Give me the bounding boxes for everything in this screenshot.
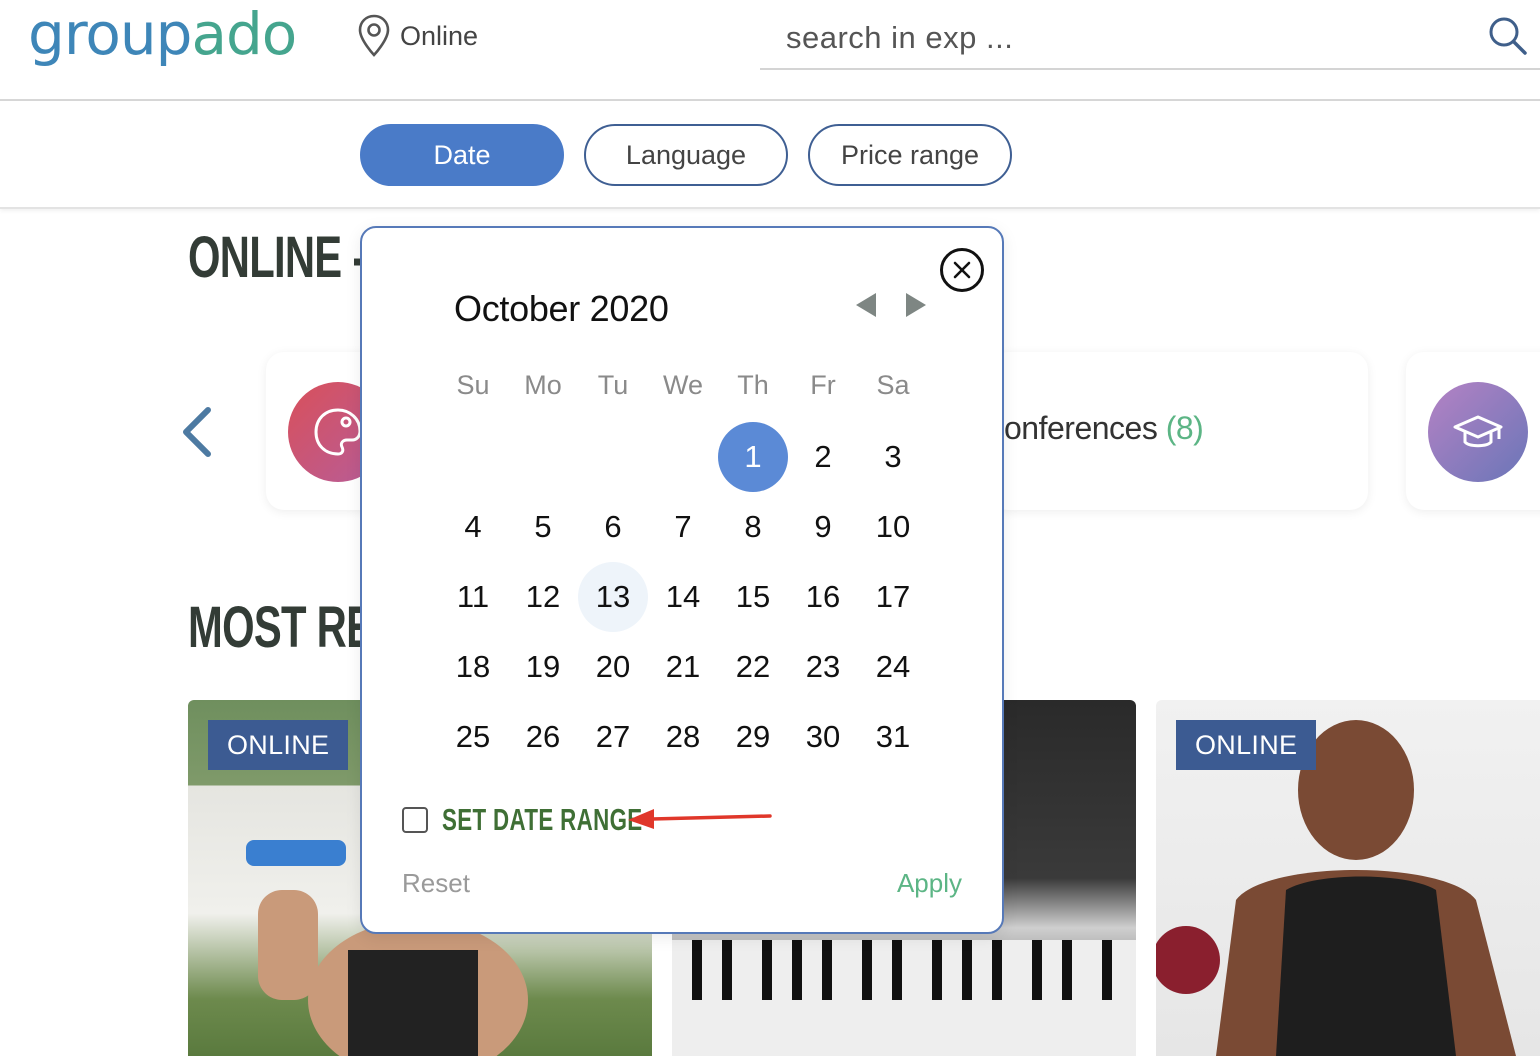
category-label: onferences (8) — [1004, 410, 1204, 447]
language-filter-button[interactable]: Language — [584, 124, 788, 186]
calendar-day-18[interactable]: 18 — [438, 632, 508, 702]
online-section-title: ONLINE - — [188, 225, 366, 290]
location-selector[interactable]: Online — [358, 14, 478, 58]
date-picker-popup: October 2020 Su Mo Tu We Th Fr Sa 1 2 3 4 5 6 7 8 9 10 1… — [360, 226, 1004, 934]
calendar-day-15[interactable]: 15 — [718, 562, 788, 632]
calendar-days-grid: 1 2 3 4 5 6 7 8 9 10 11 12 13 14 15 16 17 18 19 20 21 22 23 24 2… — [438, 422, 928, 772]
set-date-range-checkbox[interactable] — [402, 807, 428, 833]
weekday-label: Sa — [876, 370, 910, 400]
calendar-day-29[interactable]: 29 — [718, 702, 788, 772]
calendar-day-26[interactable]: 26 — [508, 702, 578, 772]
chevron-left-icon — [183, 407, 211, 457]
calendar-day-20[interactable]: 20 — [578, 632, 648, 702]
top-header: groupado Online — [0, 0, 1540, 101]
date-filter-button[interactable]: Date — [360, 124, 564, 186]
calendar-day-12[interactable]: 12 — [508, 562, 578, 632]
calendar-day-10[interactable]: 10 — [858, 492, 928, 562]
groupado-logo[interactable]: groupado — [28, 0, 297, 68]
next-month-button[interactable] — [900, 290, 930, 320]
calendar-day-25[interactable]: 25 — [438, 702, 508, 772]
calendar-day-2[interactable]: 2 — [788, 422, 858, 492]
triangle-left-icon — [856, 293, 876, 317]
price-range-filter-button[interactable]: Price range — [808, 124, 1012, 186]
location-label: Online — [400, 20, 479, 51]
weekday-label: Su — [456, 370, 490, 400]
calendar-day-16[interactable]: 16 — [788, 562, 858, 632]
triangle-right-icon — [906, 293, 926, 317]
calendar-day-21[interactable]: 21 — [648, 632, 718, 702]
close-icon — [953, 261, 971, 279]
calendar-day-8[interactable]: 8 — [718, 492, 788, 562]
calendar-month-label: October 2020 — [454, 288, 669, 329]
set-date-range-label[interactable]: SET DATE RANGE — [442, 802, 643, 838]
calendar-day-5[interactable]: 5 — [508, 492, 578, 562]
map-pin-icon — [358, 14, 390, 57]
calendar-day-24[interactable]: 24 — [858, 632, 928, 702]
search-input[interactable] — [786, 16, 1466, 60]
weekday-label: Mo — [524, 370, 562, 400]
category-circle — [1428, 382, 1528, 482]
category-card-education[interactable] — [1406, 352, 1540, 510]
calendar-day-6[interactable]: 6 — [578, 492, 648, 562]
online-badge: ONLINE — [1176, 720, 1317, 770]
online-badge: ONLINE — [208, 720, 349, 770]
calendar-day-31[interactable]: 31 — [858, 702, 928, 772]
calendar-day-23[interactable]: 23 — [788, 632, 858, 702]
calendar-day-28[interactable]: 28 — [648, 702, 718, 772]
logo-part-ado: ado — [191, 0, 297, 68]
weekday-label: Fr — [810, 370, 836, 400]
palette-icon — [314, 408, 362, 456]
logo-part-group: group — [28, 0, 192, 68]
calendar-day-4[interactable]: 4 — [438, 492, 508, 562]
calendar-day-14[interactable]: 14 — [648, 562, 718, 632]
calendar-day-11[interactable]: 11 — [438, 562, 508, 632]
calendar-day-7[interactable]: 7 — [648, 492, 718, 562]
weekday-label: Tu — [597, 370, 629, 400]
category-prev-button[interactable] — [176, 404, 220, 460]
calendar-day-1[interactable]: 1 — [718, 422, 788, 492]
calendar-day-3[interactable]: 3 — [858, 422, 928, 492]
experience-card-training-photo[interactable]: ONLINE — [1156, 700, 1540, 1056]
graduation-cap-icon — [1453, 415, 1503, 448]
annotation-arrow-icon — [628, 809, 772, 829]
weekday-label: We — [662, 370, 703, 400]
calendar-day-17[interactable]: 17 — [858, 562, 928, 632]
previous-month-button[interactable] — [852, 290, 882, 320]
calendar-day-27[interactable]: 27 — [578, 702, 648, 772]
search-button[interactable] — [1486, 14, 1530, 58]
most-recent-section-title: MOST RE — [188, 595, 374, 660]
search-bar — [760, 8, 1540, 70]
page: groupado Online Date Language Price rang… — [0, 0, 1540, 1056]
search-icon — [1489, 17, 1527, 55]
calendar-day-9[interactable]: 9 — [788, 492, 858, 562]
calendar-day-30[interactable]: 30 — [788, 702, 858, 772]
filter-bar: Date Language Price range — [0, 101, 1540, 209]
calendar-day-22[interactable]: 22 — [718, 632, 788, 702]
calendar-day-13[interactable]: 13 — [578, 562, 648, 632]
weekday-header-row: Su Mo Tu We Th Fr Sa — [438, 370, 928, 401]
category-count: (8) — [1165, 410, 1204, 446]
weekday-label: Th — [737, 370, 769, 400]
category-name: onferences — [1004, 410, 1158, 446]
close-button[interactable] — [940, 248, 984, 292]
calendar-day-19[interactable]: 19 — [508, 632, 578, 702]
reset-button[interactable]: Reset — [402, 868, 470, 899]
apply-button[interactable]: Apply — [897, 868, 962, 899]
